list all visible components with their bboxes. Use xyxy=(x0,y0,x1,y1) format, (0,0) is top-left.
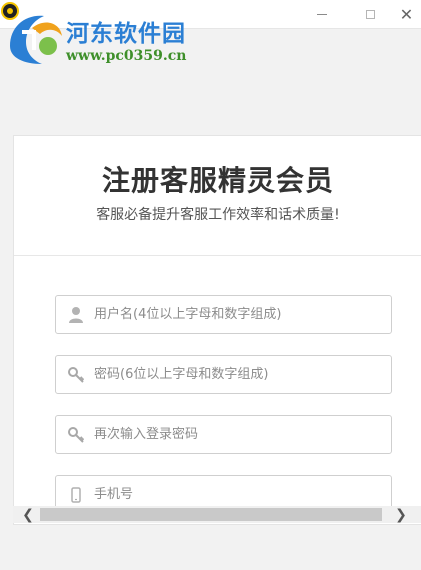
page-subtitle: 客服必备提升客服工作效率和话术质量! xyxy=(96,207,340,223)
site-watermark: 河东软件园 www.pc0359.cn xyxy=(4,8,214,68)
scroll-left-button[interactable]: ❮ xyxy=(15,506,41,523)
chevron-left-icon: ❮ xyxy=(22,506,34,523)
close-button[interactable]: ✕ xyxy=(392,0,421,28)
username-field[interactable] xyxy=(55,295,392,334)
close-icon: ✕ xyxy=(399,4,414,24)
password-input[interactable] xyxy=(94,357,384,392)
register-card: 注册客服精灵会员 客服必备提升客服工作效率和话术质量! xyxy=(13,135,421,525)
key-icon xyxy=(68,427,84,443)
username-input[interactable] xyxy=(94,297,384,332)
minimize-icon xyxy=(317,13,327,15)
minimize-button[interactable] xyxy=(300,0,344,28)
scrollbar-thumb[interactable] xyxy=(40,508,382,521)
horizontal-scrollbar[interactable]: ❮ ❯ xyxy=(13,506,421,523)
chevron-right-icon: ❯ xyxy=(395,506,407,523)
scroll-right-button[interactable]: ❯ xyxy=(388,506,414,523)
watermark-logo-icon xyxy=(10,15,62,64)
page-title: 注册客服精灵会员 xyxy=(101,164,334,197)
card-header: 注册客服精灵会员 客服必备提升客服工作效率和话术质量! xyxy=(14,136,421,256)
confirm-password-field[interactable] xyxy=(55,415,392,454)
key-icon xyxy=(68,367,84,383)
user-icon xyxy=(69,307,83,323)
phone-icon xyxy=(71,487,81,503)
watermark-url: www.pc0359.cn xyxy=(66,48,187,64)
password-field[interactable] xyxy=(55,355,392,394)
watermark-site-name: 河东软件园 xyxy=(66,20,186,47)
maximize-button[interactable] xyxy=(348,0,392,28)
maximize-icon xyxy=(365,9,375,19)
confirm-password-input[interactable] xyxy=(94,417,384,452)
